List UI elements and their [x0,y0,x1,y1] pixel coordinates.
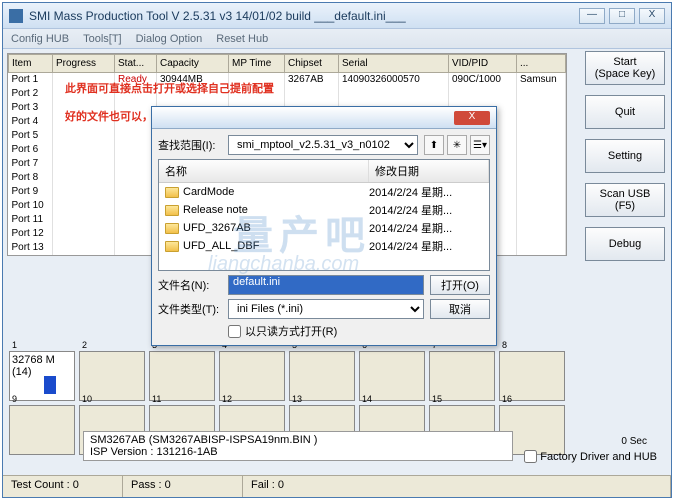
minimize-button[interactable]: — [579,8,605,24]
file-open-dialog: X 查找范围(I): smi_mptool_v2.5.31_v3_n0102 ⬆… [151,106,497,346]
col-status[interactable]: Stat... [115,55,157,73]
filetype-select[interactable]: ini Files (*.ini) [228,299,424,319]
status-pass: Pass : 0 [123,476,243,497]
col-item[interactable]: Item [9,55,53,73]
col-capacity[interactable]: Capacity [157,55,229,73]
col-progress[interactable]: Progress [53,55,115,73]
info-panel: SM3267AB (SM3267ABISP-ISPSA19nm.BIN ) IS… [83,431,513,461]
elapsed-seconds: 0 Sec [621,436,647,447]
col-extra[interactable]: ... [517,55,566,73]
lookin-label: 查找范围(I): [158,137,222,153]
filename-label: 文件名(N): [158,277,222,293]
view-menu-icon[interactable]: ☰▾ [470,135,490,155]
col-vidpid[interactable]: VID/PID [449,55,517,73]
folder-icon [165,205,179,216]
file-list[interactable]: 名称 修改日期 CardMode2014/2/24 星期... Release … [158,159,490,271]
progress-bar-icon [44,376,56,394]
lookin-select[interactable]: smi_mptool_v2.5.31_v3_n0102 [228,135,418,155]
slot-1[interactable]: 132768 M(14) [9,351,75,401]
list-item[interactable]: Release note2014/2/24 星期... [159,201,489,219]
sidebar: Start(Space Key) Quit Setting Scan USB(F… [585,51,665,261]
list-item[interactable]: CardMode2014/2/24 星期... [159,183,489,201]
open-button[interactable]: 打开(O) [430,275,490,295]
new-folder-icon[interactable]: ✳ [447,135,467,155]
factory-driver-checkbox[interactable]: Factory Driver and HUB [524,450,657,463]
filetype-label: 文件类型(T): [158,301,222,317]
table-row[interactable]: Port 1 Ready 30944MB 3267AB 140903260005… [9,73,566,87]
table-row[interactable]: Port 2 [9,87,566,101]
menu-tools[interactable]: Tools[T] [83,33,122,45]
readonly-label: 以只读方式打开(R) [245,323,337,339]
main-window: SMI Mass Production Tool V 2.5.31 v3 14/… [2,2,672,498]
factory-checkbox-input[interactable] [524,450,537,463]
menu-config-hub[interactable]: Config HUB [11,33,69,45]
app-icon [9,9,23,23]
up-folder-icon[interactable]: ⬆ [424,135,444,155]
folder-icon [165,223,179,234]
dialog-close-button[interactable]: X [454,111,490,125]
list-item[interactable]: UFD_3267AB2014/2/24 星期... [159,219,489,237]
readonly-checkbox[interactable] [228,325,241,338]
status-test-count: Test Count : 0 [3,476,123,497]
statusbar: Test Count : 0 Pass : 0 Fail : 0 [3,475,671,497]
menu-reset-hub[interactable]: Reset Hub [216,33,268,45]
menu-dialog-option[interactable]: Dialog Option [136,33,203,45]
titlebar: SMI Mass Production Tool V 2.5.31 v3 14/… [3,3,671,29]
folder-icon [165,241,179,252]
quit-button[interactable]: Quit [585,95,665,129]
col-serial[interactable]: Serial [339,55,449,73]
slot-9[interactable]: 9 [9,405,75,455]
window-title: SMI Mass Production Tool V 2.5.31 v3 14/… [29,9,406,23]
col-modified[interactable]: 修改日期 [369,160,489,182]
col-mptime[interactable]: MP Time [229,55,285,73]
list-item[interactable]: UFD_ALL_DBF2014/2/24 星期... [159,237,489,255]
setting-button[interactable]: Setting [585,139,665,173]
debug-button[interactable]: Debug [585,227,665,261]
menubar: Config HUB Tools[T] Dialog Option Reset … [3,29,671,49]
col-filename[interactable]: 名称 [159,160,369,182]
close-button[interactable]: X [639,8,665,24]
maximize-button[interactable]: □ [609,8,635,24]
cancel-button[interactable]: 取消 [430,299,490,319]
dialog-titlebar: X [152,107,496,129]
status-fail: Fail : 0 [243,476,671,497]
filename-input[interactable]: default.ini [228,275,424,295]
folder-icon [165,187,179,198]
start-button[interactable]: Start(Space Key) [585,51,665,85]
scan-usb-button[interactable]: Scan USB(F5) [585,183,665,217]
col-chipset[interactable]: Chipset [285,55,339,73]
